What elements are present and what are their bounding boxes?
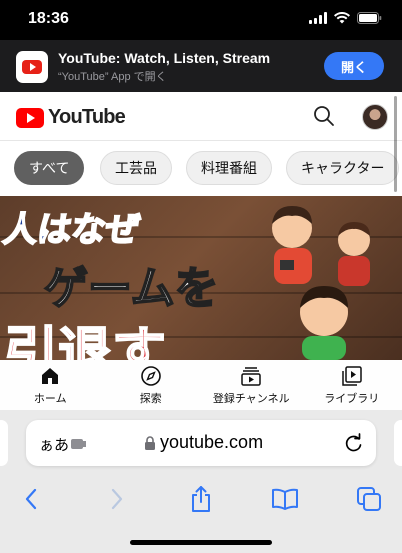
safari-toolbar: [0, 476, 402, 520]
address-bar[interactable]: ぁあ youtube.com: [26, 420, 376, 466]
clock: 18:36: [28, 10, 69, 27]
youtube-logo[interactable]: YouTube: [16, 106, 126, 129]
extension-icon[interactable]: [70, 437, 90, 451]
open-app-button[interactable]: 開く: [324, 52, 384, 80]
share-button[interactable]: [186, 484, 216, 514]
nav-subscriptions-label: 登録チャンネル: [212, 393, 290, 405]
battery-icon: [357, 12, 382, 24]
tabs-button[interactable]: [354, 484, 384, 514]
chevron-left-icon: [25, 488, 37, 510]
home-indicator: [130, 540, 272, 545]
page-scrollbar[interactable]: [394, 96, 397, 192]
cellular-signal-icon: [309, 12, 327, 24]
banner-subtitle: “YouTube” App で開く: [58, 71, 167, 83]
youtube-logo-icon: [16, 107, 44, 128]
compass-icon: [140, 366, 161, 386]
category-chips: すべて 工芸品 料理番組 キャラクター: [0, 140, 402, 196]
nav-library-label: ライブラリ: [324, 393, 380, 405]
page-format-button[interactable]: ぁあ: [39, 434, 69, 455]
angry-boy-illustration: [272, 206, 312, 284]
thumbnail-text-line2: ゲームを: [43, 263, 220, 314]
reload-icon[interactable]: [344, 433, 364, 453]
banner-title: YouTube: Watch, Listen, Stream: [58, 50, 271, 66]
nav-home-label: ホーム: [33, 393, 67, 405]
nav-library[interactable]: ライブラリ: [302, 360, 402, 410]
thumbnail-text-line3: 引退す: [3, 322, 167, 360]
nav-explore-label: 探索: [139, 393, 162, 405]
thumbnail-text-line1: 人はなぜ: [0, 210, 143, 250]
nav-subscriptions[interactable]: 登録チャンネル: [201, 360, 302, 410]
nav-home[interactable]: ホーム: [0, 360, 101, 410]
youtube-app-icon: [16, 51, 48, 83]
boy-illustration: [338, 222, 370, 286]
back-button[interactable]: [16, 484, 46, 514]
search-icon[interactable]: [312, 104, 336, 128]
previous-tab-address-bar[interactable]: [0, 420, 8, 466]
bookmarks-button[interactable]: [270, 484, 300, 514]
youtube-header: YouTube: [0, 92, 402, 140]
chip-all[interactable]: すべて: [14, 151, 85, 185]
safari-bottom-bar: ぁあ youtube.com: [0, 410, 402, 553]
chip-characters[interactable]: キャラクター: [286, 151, 400, 185]
crying-boy-illustration: [300, 286, 348, 360]
lock-icon: [145, 436, 155, 450]
youtube-logo-text: YouTube: [48, 106, 126, 128]
next-tab-address-bar[interactable]: [394, 420, 402, 466]
tabs-icon: [357, 487, 381, 511]
youtube-bottom-nav: ホーム 探索 登録チャンネル ライブラリ: [0, 360, 402, 410]
library-icon: [342, 366, 362, 386]
book-icon: [272, 488, 298, 510]
video-thumbnail[interactable]: 人はなぜ ゲームを 引退す GA: [0, 196, 402, 360]
nav-explore[interactable]: 探索: [101, 360, 202, 410]
smart-app-banner: YouTube: Watch, Listen, Stream “YouTube”…: [0, 40, 402, 92]
subscriptions-icon: [241, 367, 261, 386]
avatar[interactable]: [362, 104, 388, 130]
url-text: youtube.com: [160, 432, 264, 452]
forward-button[interactable]: [102, 484, 132, 514]
chip-crafts[interactable]: 工芸品: [100, 151, 172, 185]
chip-cooking-shows[interactable]: 料理番組: [186, 151, 272, 185]
home-icon: [42, 368, 59, 384]
share-icon: [192, 486, 210, 512]
status-icons: [309, 12, 382, 24]
wifi-icon: [334, 12, 350, 24]
chevron-right-icon: [111, 488, 123, 510]
status-bar: 18:36: [0, 0, 402, 40]
